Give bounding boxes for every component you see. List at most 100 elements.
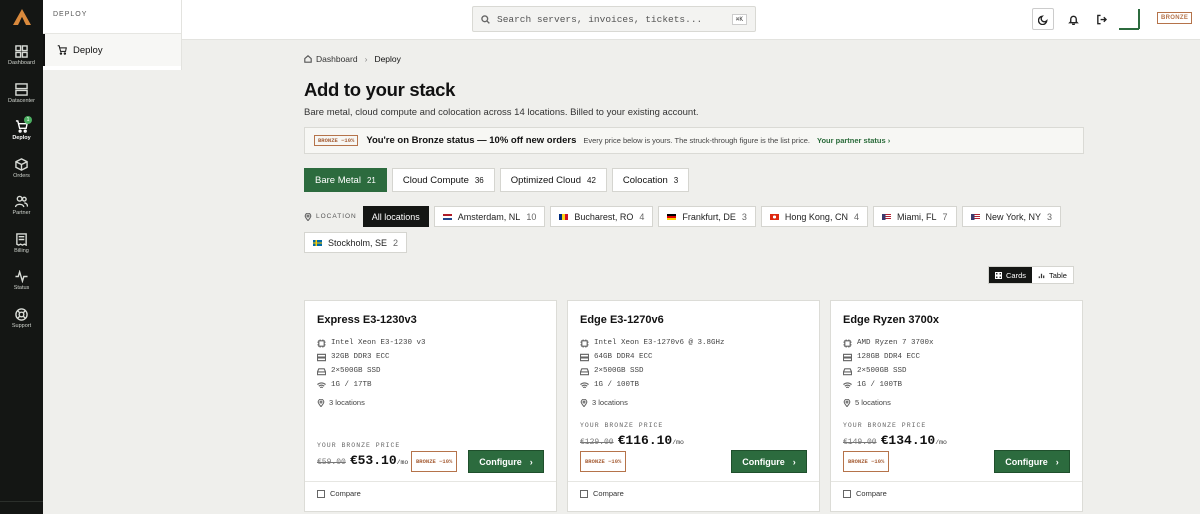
configure-label: Configure bbox=[742, 456, 785, 467]
deploy-count-badge: 1 bbox=[24, 116, 32, 124]
cpu-icon bbox=[580, 338, 589, 348]
location-hong-kong[interactable]: Hong Kong, CN 4 bbox=[760, 206, 868, 227]
partner-status-link[interactable]: Your partner status › bbox=[817, 136, 890, 145]
breadcrumb: Dashboard › Deploy bbox=[304, 52, 1084, 66]
brand-logo-icon[interactable] bbox=[0, 0, 43, 34]
location-count: 4 bbox=[853, 211, 859, 222]
tab-bare-metal[interactable]: Bare Metal 21 bbox=[304, 168, 387, 192]
configure-label: Configure bbox=[1005, 456, 1048, 467]
tab-cloud-compute[interactable]: Cloud Compute 36 bbox=[391, 168, 495, 192]
price-label: YOUR BRONZE PRICE bbox=[580, 422, 664, 429]
account-indicator-edge bbox=[1138, 9, 1140, 29]
checkbox-box[interactable] bbox=[317, 489, 325, 498]
compare-checkbox[interactable]: Compare bbox=[843, 489, 887, 498]
receipt-icon bbox=[16, 232, 27, 246]
flag-de-icon bbox=[667, 213, 677, 220]
card-divider bbox=[831, 481, 1082, 482]
spec-value: AMD Ryzen 7 3700x bbox=[857, 339, 934, 347]
list-price: €149.00 bbox=[843, 438, 877, 447]
spec-ram: 32GB DDR3 ECC bbox=[317, 350, 426, 364]
tab-optimized-cloud[interactable]: Optimized Cloud 42 bbox=[499, 168, 607, 192]
view-table-button[interactable]: Table bbox=[1032, 267, 1073, 283]
chevron-right-icon: › bbox=[1055, 456, 1059, 467]
location-label: New York, NY bbox=[985, 211, 1042, 222]
product-type-tabs: Bare Metal 21 Cloud Compute 36 Optimized C… bbox=[304, 168, 1084, 192]
configure-button[interactable]: Configure › bbox=[994, 450, 1070, 473]
rail-item-datacenter[interactable]: Datacenter bbox=[0, 82, 43, 120]
rail-item-status[interactable]: Status bbox=[0, 269, 43, 307]
location-filter: LOCATION All locations Amsterdam, NL 10 B… bbox=[304, 206, 1084, 253]
section-heading: DEPLOY bbox=[43, 0, 181, 34]
view-table-label: Table bbox=[1049, 270, 1067, 280]
flag-ro-icon bbox=[559, 213, 569, 220]
bell-icon bbox=[1067, 15, 1079, 25]
location-all[interactable]: All locations bbox=[362, 206, 429, 227]
chevron-right-icon: › bbox=[529, 456, 533, 467]
location-count: 10 bbox=[526, 211, 537, 222]
rail-label: Partner bbox=[12, 210, 31, 216]
compare-checkbox[interactable]: Compare bbox=[580, 489, 624, 498]
global-search[interactable]: Search servers, invoices, tickets... ⌘K bbox=[472, 6, 756, 32]
tab-colocation[interactable]: Colocation 3 bbox=[611, 168, 690, 192]
location-count: 3 bbox=[1047, 211, 1053, 222]
rail-item-deploy[interactable]: 1 Deploy bbox=[0, 116, 43, 157]
notifications-button[interactable] bbox=[1062, 8, 1084, 30]
spec-value: Intel Xeon E3-1270v6 @ 3.8GHz bbox=[594, 339, 725, 347]
location-label: Frankfurt, DE bbox=[682, 211, 736, 222]
spec-network: 1G / 17TB bbox=[317, 378, 426, 392]
configure-button[interactable]: Configure › bbox=[731, 450, 807, 473]
location-miami[interactable]: Miami, FL 7 bbox=[872, 206, 957, 227]
theme-toggle-button[interactable] bbox=[1032, 8, 1054, 30]
rail-label: Billing bbox=[14, 247, 29, 254]
section-item-label: Deploy bbox=[73, 44, 103, 56]
location-frankfurt[interactable]: Frankfurt, DE 3 bbox=[658, 206, 756, 227]
spec-disk: 2×500GB SSD bbox=[843, 364, 934, 378]
checkbox-box[interactable] bbox=[580, 489, 588, 498]
logout-button[interactable] bbox=[1090, 8, 1112, 30]
memory-icon bbox=[843, 353, 852, 361]
location-label-text: LOCATION bbox=[316, 213, 357, 220]
server-icon bbox=[15, 82, 28, 96]
location-label: Bucharest, RO bbox=[574, 211, 634, 222]
flag-hk-icon bbox=[769, 213, 779, 220]
location-stockholm[interactable]: Stockholm, SE 2 bbox=[304, 232, 408, 253]
location-bucharest[interactable]: Bucharest, RO 4 bbox=[550, 206, 654, 227]
price-label: YOUR BRONZE PRICE bbox=[317, 442, 401, 449]
search-input[interactable]: Search servers, invoices, tickets... bbox=[497, 14, 732, 25]
logout-icon bbox=[1096, 14, 1107, 24]
rail-item-orders[interactable]: Orders bbox=[0, 157, 43, 195]
section-item-deploy[interactable]: Deploy bbox=[43, 34, 181, 66]
spec-value: 128GB DDR4 ECC bbox=[857, 353, 921, 361]
checkbox-box[interactable] bbox=[843, 489, 851, 498]
spec-ram: 128GB DDR4 ECC bbox=[843, 350, 934, 364]
home-icon bbox=[304, 55, 312, 63]
moon-icon bbox=[1037, 14, 1048, 25]
location-label: Miami, FL bbox=[896, 211, 937, 222]
breadcrumb-home[interactable]: Dashboard bbox=[316, 54, 358, 64]
price-row: €129.00 €116.10 /mo bbox=[580, 433, 684, 448]
account-indicator[interactable] bbox=[1119, 28, 1139, 30]
rail-item-billing[interactable]: Billing bbox=[0, 232, 43, 270]
price-row: €149.00 €134.10 /mo bbox=[843, 433, 947, 448]
tab-label: Colocation bbox=[622, 174, 668, 186]
rail-label: Datacenter bbox=[8, 97, 35, 104]
spec-cpu: Intel Xeon E3-1230 v3 bbox=[317, 336, 426, 350]
location-new-york[interactable]: New York, NY 3 bbox=[961, 206, 1062, 227]
rail-item-partner[interactable]: Partner bbox=[0, 194, 43, 232]
configure-button[interactable]: Configure › bbox=[468, 450, 544, 473]
wifi-icon bbox=[317, 381, 326, 388]
search-icon bbox=[481, 14, 490, 24]
flag-se-icon bbox=[313, 239, 322, 246]
search-shortcut: ⌘K bbox=[731, 13, 747, 25]
compare-checkbox[interactable]: Compare bbox=[317, 489, 361, 498]
grid-icon bbox=[15, 45, 28, 58]
compare-label: Compare bbox=[856, 489, 887, 498]
grid-icon bbox=[995, 271, 1002, 279]
tab-label: Bare Metal bbox=[315, 174, 361, 186]
view-cards-button[interactable]: Cards bbox=[989, 267, 1033, 283]
location-amsterdam[interactable]: Amsterdam, NL 10 bbox=[433, 206, 546, 227]
chevron-right-icon: › bbox=[792, 456, 796, 467]
rail-item-dashboard[interactable]: Dashboard bbox=[0, 44, 43, 82]
rail-item-support[interactable]: Support bbox=[0, 307, 43, 345]
page-title: Add to your stack bbox=[304, 79, 456, 100]
